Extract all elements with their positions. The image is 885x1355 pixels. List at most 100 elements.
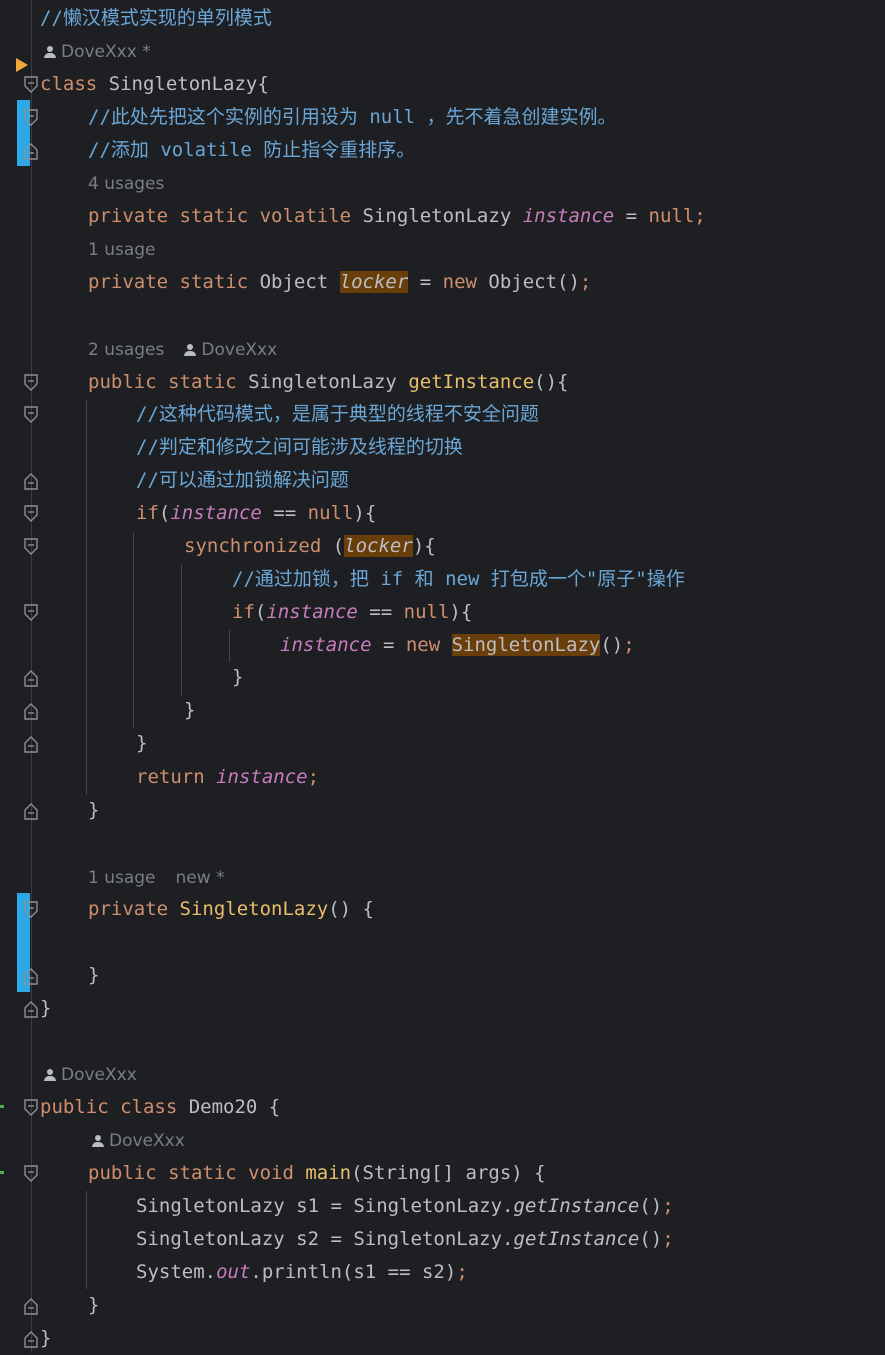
code-line[interactable]: //懒汉模式实现的单列模式 (0, 2, 885, 35)
code-line[interactable]: SingletonLazy s2 = SingletonLazy.getInst… (0, 1223, 885, 1256)
usages-hint[interactable]: 1 usage (88, 240, 156, 260)
code-token: getInstance (513, 1195, 640, 1217)
inlay-hint-line: 1 usage new * (0, 861, 885, 894)
fold-icon[interactable] (24, 1330, 38, 1348)
code-token: } (88, 964, 100, 986)
code-line[interactable]: SingletonLazy s1 = SingletonLazy.getInst… (0, 1190, 885, 1223)
code-token: //可以通过加锁解决问题 (136, 469, 349, 491)
code-token: return (136, 766, 217, 788)
person-icon (44, 1069, 56, 1081)
code-line[interactable]: public static void main(String[] args) { (0, 1157, 885, 1190)
code-line[interactable]: } (0, 661, 885, 694)
code-token: instance (170, 502, 262, 524)
code-line[interactable]: System.out.println(s1 == s2); (0, 1256, 885, 1289)
code-line[interactable]: synchronized (locker){ (0, 530, 885, 563)
code-line[interactable]: public class Demo20 { (0, 1091, 885, 1124)
code-token: } (88, 1294, 100, 1316)
code-line[interactable]: public static SingletonLazy getInstance(… (0, 366, 885, 399)
fold-icon[interactable] (24, 505, 38, 523)
author-hint[interactable]: new * (176, 868, 225, 888)
code-line[interactable]: //添加 volatile 防止指令重排序。 (0, 134, 885, 167)
code-token: locker (344, 535, 413, 557)
code-token: if (136, 502, 159, 524)
fold-icon[interactable] (24, 1099, 38, 1117)
code-token: //这种代码模式，是属于典型的线程不安全问题 (136, 403, 539, 425)
code-line[interactable]: } (0, 1322, 885, 1355)
fold-icon[interactable] (24, 604, 38, 622)
code-token: SingletonLazy (179, 898, 329, 920)
code-line[interactable]: private static Object locker = new Objec… (0, 266, 885, 299)
inlay-hint-line: 2 usages DoveXxx (0, 333, 885, 366)
code-token: instance (522, 205, 615, 227)
fold-icon[interactable] (24, 374, 38, 392)
code-token: = (614, 205, 649, 227)
code-line[interactable]: private static volatile SingletonLazy in… (0, 200, 885, 233)
code-token: == (357, 601, 404, 623)
code-line[interactable]: } (0, 794, 885, 827)
code-line[interactable]: class SingletonLazy{ (0, 68, 885, 101)
code-token: == (261, 502, 308, 524)
code-line[interactable]: if(instance == null){ (0, 497, 885, 530)
code-token: synchronized (184, 535, 333, 557)
code-line[interactable]: //此处先把这个实例的引用设为 null ，先不着急创建实例。 (0, 101, 885, 134)
code-token: ){ (353, 502, 377, 524)
usages-hint[interactable]: 2 usages (88, 340, 164, 360)
usages-hint[interactable]: 4 usages (88, 174, 164, 194)
code-line[interactable]: //这种代码模式，是属于典型的线程不安全问题 (0, 398, 885, 431)
code-token: private static (88, 271, 260, 293)
code-token: ( (332, 535, 345, 557)
code-token: null (307, 502, 354, 524)
code-token: ( (158, 502, 171, 524)
fold-icon[interactable] (24, 472, 38, 490)
fold-icon[interactable] (24, 702, 38, 720)
fold-icon[interactable] (24, 406, 38, 424)
fold-icon[interactable] (24, 1000, 38, 1018)
code-token: //此处先把这个实例的引用设为 null ，先不着急创建实例。 (88, 106, 617, 128)
code-line[interactable]: } (0, 694, 885, 727)
inlay-hint-line: 1 usage (0, 233, 885, 266)
person-icon (92, 1135, 104, 1147)
code-token: () (639, 1195, 663, 1217)
fold-icon[interactable] (24, 1165, 38, 1183)
fold-icon[interactable] (24, 901, 38, 919)
fold-icon[interactable] (24, 1297, 38, 1315)
usages-hint[interactable]: 1 usage (88, 868, 156, 888)
author-hint[interactable]: DoveXxx (44, 1065, 137, 1085)
fold-icon[interactable] (24, 142, 38, 160)
fold-icon[interactable] (24, 802, 38, 820)
code-line[interactable]: if(instance == null){ (0, 596, 885, 629)
author-hint[interactable]: DoveXxx (184, 340, 277, 360)
fold-icon[interactable] (24, 967, 38, 985)
code-line[interactable]: } (0, 959, 885, 992)
author-hint[interactable]: DoveXxx * (44, 42, 151, 62)
code-token: () (600, 634, 624, 656)
code-line[interactable]: //判定和修改之间可能涉及线程的切换 (0, 431, 885, 464)
code-token: () (639, 1228, 663, 1250)
code-editor[interactable]: //懒汉模式实现的单列模式 DoveXxx * class SingletonLaz… (0, 0, 885, 1353)
fold-icon[interactable] (24, 669, 38, 687)
code-token: ){ (449, 601, 473, 623)
code-token: = (371, 634, 406, 656)
code-line[interactable]: return instance; (0, 761, 885, 794)
code-line[interactable]: instance = new SingletonLazy(); (0, 629, 885, 662)
person-icon (44, 46, 56, 58)
code-token: } (40, 997, 52, 1019)
fold-icon[interactable] (24, 735, 38, 753)
fold-icon[interactable] (24, 109, 38, 127)
code-line[interactable]: //可以通过加锁解决问题 (0, 464, 885, 497)
code-token: private static volatile (88, 205, 363, 227)
fold-icon[interactable] (24, 538, 38, 556)
code-token: getInstance (513, 1228, 640, 1250)
code-line[interactable]: } (0, 992, 885, 1025)
inlay-hint-line: DoveXxx (0, 1124, 885, 1157)
code-line[interactable]: } (0, 1289, 885, 1322)
code-token: SingletonLazy (362, 205, 523, 227)
code-line[interactable]: private SingletonLazy() { (0, 893, 885, 926)
author-hint[interactable]: DoveXxx (92, 1131, 185, 1151)
code-line[interactable]: //通过加锁，把 if 和 new 打包成一个"原子"操作 (0, 563, 885, 596)
code-line[interactable]: } (0, 727, 885, 760)
code-token: private (88, 898, 180, 920)
code-token: SingletonLazy (451, 634, 601, 656)
code-token: SingletonLazy{ (108, 73, 269, 95)
fold-icon[interactable] (24, 76, 38, 94)
